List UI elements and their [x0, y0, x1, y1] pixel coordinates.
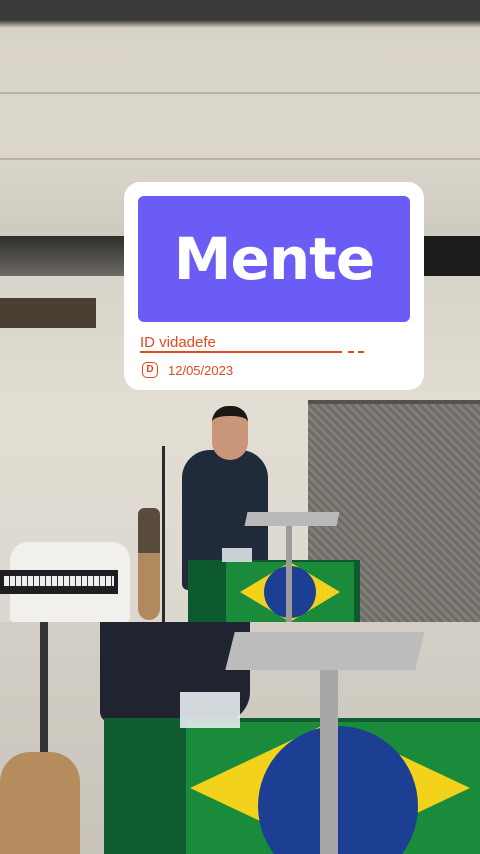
wall-line	[0, 158, 480, 160]
handle-row: ID vidadefe	[140, 334, 370, 354]
speaker-head	[212, 406, 248, 460]
underline-dash	[348, 351, 354, 353]
creator-handle: ID vidadefe	[140, 334, 216, 351]
water-cups	[222, 548, 252, 562]
calendar-d-icon: D	[142, 362, 158, 378]
wall-line	[0, 92, 480, 94]
title-box: Mente	[138, 196, 410, 322]
mic-stand	[162, 446, 165, 622]
underline-dash	[358, 351, 364, 353]
background-blur-bottom	[0, 622, 480, 854]
date-row: D 12/05/2023	[142, 362, 342, 382]
lectern	[244, 512, 340, 526]
card-title: Mente	[173, 225, 375, 293]
lectern-pole	[286, 526, 292, 622]
handle-underline	[140, 351, 342, 353]
water-cups	[180, 692, 240, 728]
guitar	[0, 752, 80, 854]
post-date: 12/05/2023	[168, 363, 234, 378]
ceiling-beam	[420, 236, 480, 276]
keyboard-keys	[4, 576, 114, 586]
guitar	[138, 508, 160, 620]
lectern-pole	[320, 642, 338, 854]
wooden-beam	[0, 298, 96, 328]
lectern	[225, 632, 425, 670]
